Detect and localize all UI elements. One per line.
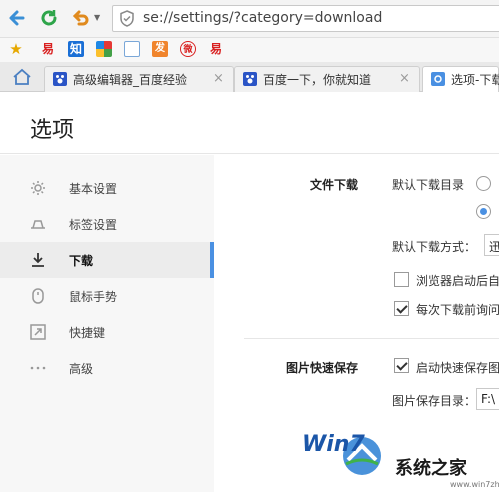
bookmark-zhi-icon[interactable]: 知 (68, 41, 84, 57)
tab-icon (31, 220, 45, 229)
refresh-icon[interactable] (38, 7, 60, 29)
bookmarks-bar: ★ 易 知 发 微 易 (0, 38, 499, 62)
tab-baidu[interactable]: 百度一下，你就知道 × (234, 66, 420, 92)
browser-start-label: 浏览器启动后自 (416, 274, 499, 288)
tab-settings[interactable]: 选项-下载 (422, 66, 499, 93)
sidebar-item-label: 基本设置 (69, 182, 118, 196)
close-icon[interactable]: × (213, 71, 224, 86)
baidu-paw-icon (53, 72, 67, 86)
sidebar-item-label: 标签设置 (69, 218, 118, 232)
watermark-win7: Win7 (302, 432, 365, 457)
default-dir-label: 默认下载目录 (392, 178, 465, 192)
default-dir-radio-2[interactable] (476, 204, 491, 219)
tab-label: 百度一下，你就知道 (263, 73, 372, 87)
tab-baidu-jingyan[interactable]: 高级编辑器_百度经验 × (44, 66, 234, 92)
sidebar-item-label: 下载 (69, 254, 94, 268)
page-title: 选项 (30, 118, 75, 143)
badge-icon[interactable]: 发 (152, 41, 168, 57)
undo-dropdown-icon[interactable]: ▼ (94, 13, 100, 22)
ask-each-label: 每次下载前询问 (416, 303, 499, 317)
sidebar-item-tabs[interactable]: 标签设置 (0, 206, 214, 242)
download-icon (32, 253, 44, 267)
enable-quick-save-label: 启动快速保存图 (416, 361, 499, 375)
puzzle-icon[interactable] (96, 41, 112, 57)
bookmark-yi2-icon[interactable]: 易 (208, 41, 224, 57)
image-dir-input[interactable]: F:\ (476, 388, 499, 410)
baidu-paw-icon (243, 72, 257, 86)
close-icon[interactable]: × (399, 71, 410, 86)
star-icon[interactable]: ★ (8, 41, 24, 57)
page-header: 选项 (0, 92, 499, 154)
back-icon[interactable] (6, 7, 28, 29)
download-method-select[interactable]: 迅 (484, 234, 499, 256)
sidebar-item-mouse-gestures[interactable]: 鼠标手势 (0, 278, 214, 314)
default-dir-radio-1[interactable] (476, 176, 491, 191)
image-dir-label: 图片保存目录： (392, 394, 477, 408)
enable-quick-save-checkbox[interactable] (394, 358, 409, 373)
default-method-label: 默认下载方式： (392, 240, 477, 254)
sidebar-item-label: 高级 (69, 362, 94, 376)
address-bar[interactable]: se://settings/?category=download (112, 5, 499, 32)
mouse-icon (32, 288, 44, 304)
home-icon[interactable] (12, 68, 32, 86)
site-watermark: Win7 系统之家 www.win7zhijia.cn (300, 428, 499, 492)
tab-label: 选项-下载 (451, 73, 499, 87)
gear-icon (431, 72, 445, 86)
sidebar-item-basic[interactable]: 基本设置 (0, 170, 214, 206)
tab-strip: 高级编辑器_百度经验 × 百度一下，你就知道 × 选项-下载 (0, 62, 499, 93)
sidebar-item-label: 鼠标手势 (69, 290, 118, 304)
sidebar-item-shortcuts[interactable]: 快捷键 (0, 314, 214, 350)
shield-icon (120, 10, 134, 27)
settings-sidebar: 基本设置 标签设置 下载 鼠标手势 快捷键 高级 (0, 155, 214, 492)
browser-toolbar: ▼ se://settings/?category=download (0, 0, 499, 38)
ask-each-checkbox[interactable] (394, 301, 409, 316)
gear-icon (31, 181, 45, 195)
sidebar-item-advanced[interactable]: 高级 (0, 350, 214, 386)
weibo-icon[interactable]: 微 (180, 41, 196, 57)
shortcut-icon (30, 324, 46, 340)
browser-start-checkbox[interactable] (394, 272, 409, 287)
sidebar-item-download[interactable]: 下载 (0, 242, 214, 278)
doc-icon[interactable] (124, 41, 140, 57)
bookmark-yi-icon[interactable]: 易 (40, 41, 56, 57)
tab-label: 高级编辑器_百度经验 (73, 73, 188, 87)
watermark-title: 系统之家 (395, 458, 467, 479)
section-divider (244, 338, 499, 339)
address-text[interactable]: se://settings/?category=download (143, 10, 382, 26)
section-file-download: 文件下载 (310, 178, 359, 192)
sidebar-item-label: 快捷键 (69, 326, 106, 340)
undo-icon[interactable] (70, 7, 92, 29)
more-icon (30, 366, 46, 370)
watermark-url: www.win7zhijia.cn (450, 480, 499, 489)
section-image-save: 图片快速保存 (286, 361, 359, 375)
